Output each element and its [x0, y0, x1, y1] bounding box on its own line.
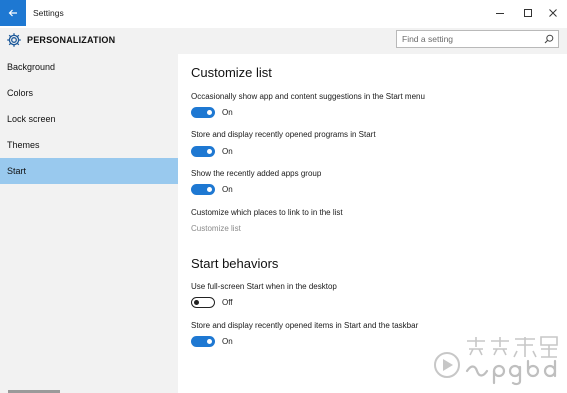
back-button[interactable] [0, 0, 26, 26]
toggle-recently-added[interactable] [191, 184, 215, 195]
sidebar: Background Colors Lock screen Themes Sta… [0, 54, 178, 393]
setting-label-full-screen-start: Use full-screen Start when in the deskto… [191, 282, 337, 291]
maximize-button[interactable] [517, 4, 539, 22]
sidebar-item-lock-screen[interactable]: Lock screen [0, 106, 178, 132]
search-icon[interactable] [544, 34, 554, 44]
toggle-state-text: On [222, 108, 233, 117]
window-title: Settings [33, 8, 64, 18]
maximize-icon [524, 9, 532, 17]
close-icon [549, 9, 557, 17]
toggle-app-suggestions[interactable] [191, 107, 215, 118]
title-bar: Settings [0, 0, 567, 30]
toggle-recent-programs[interactable] [191, 146, 215, 157]
back-arrow-icon [8, 9, 17, 17]
toggle-state-text: On [222, 147, 233, 156]
setting-label-customize-places: Customize which places to link to in the… [191, 208, 343, 217]
sidebar-item-label: Colors [7, 88, 34, 98]
setting-label-recent-items: Store and display recently opened items … [191, 321, 419, 330]
toggle-recent-items[interactable] [191, 336, 215, 347]
toggle-state-text: Off [222, 298, 233, 307]
setting-label-recently-added: Show the recently added apps group [191, 169, 322, 178]
search-box[interactable] [396, 30, 559, 48]
toggle-state-text: On [222, 185, 233, 194]
customize-list-link[interactable]: Customize list [191, 224, 241, 233]
close-button[interactable] [542, 4, 564, 22]
sidebar-item-label: Lock screen [7, 114, 56, 124]
toggle-knob [194, 299, 199, 305]
sidebar-item-themes[interactable]: Themes [0, 132, 178, 158]
gear-icon [7, 33, 21, 47]
toggle-state-text: On [222, 337, 233, 346]
minimize-button[interactable] [489, 4, 511, 22]
setting-label-recent-programs: Store and display recently opened progra… [191, 130, 376, 139]
setting-label-app-suggestions: Occasionally show app and content sugges… [191, 92, 425, 101]
sidebar-item-start[interactable]: Start [0, 158, 178, 184]
sidebar-item-colors[interactable]: Colors [0, 80, 178, 106]
toggle-knob [207, 339, 212, 344]
section-heading-start-behaviors: Start behaviors [191, 256, 279, 271]
sidebar-item-background[interactable]: Background [0, 54, 178, 80]
sidebar-item-label: Themes [7, 140, 40, 150]
sidebar-item-label: Start [7, 166, 27, 176]
toggle-knob [207, 187, 212, 192]
watermark-logo [434, 336, 558, 386]
sidebar-item-label: Background [7, 62, 56, 72]
page-title: PERSONALIZATION [27, 35, 116, 45]
toggle-knob [207, 149, 212, 154]
toggle-knob [207, 110, 212, 115]
minimize-icon [496, 13, 504, 14]
toggle-full-screen-start[interactable] [191, 297, 215, 308]
section-heading-customize-list: Customize list [191, 65, 272, 80]
search-input[interactable] [402, 33, 542, 45]
